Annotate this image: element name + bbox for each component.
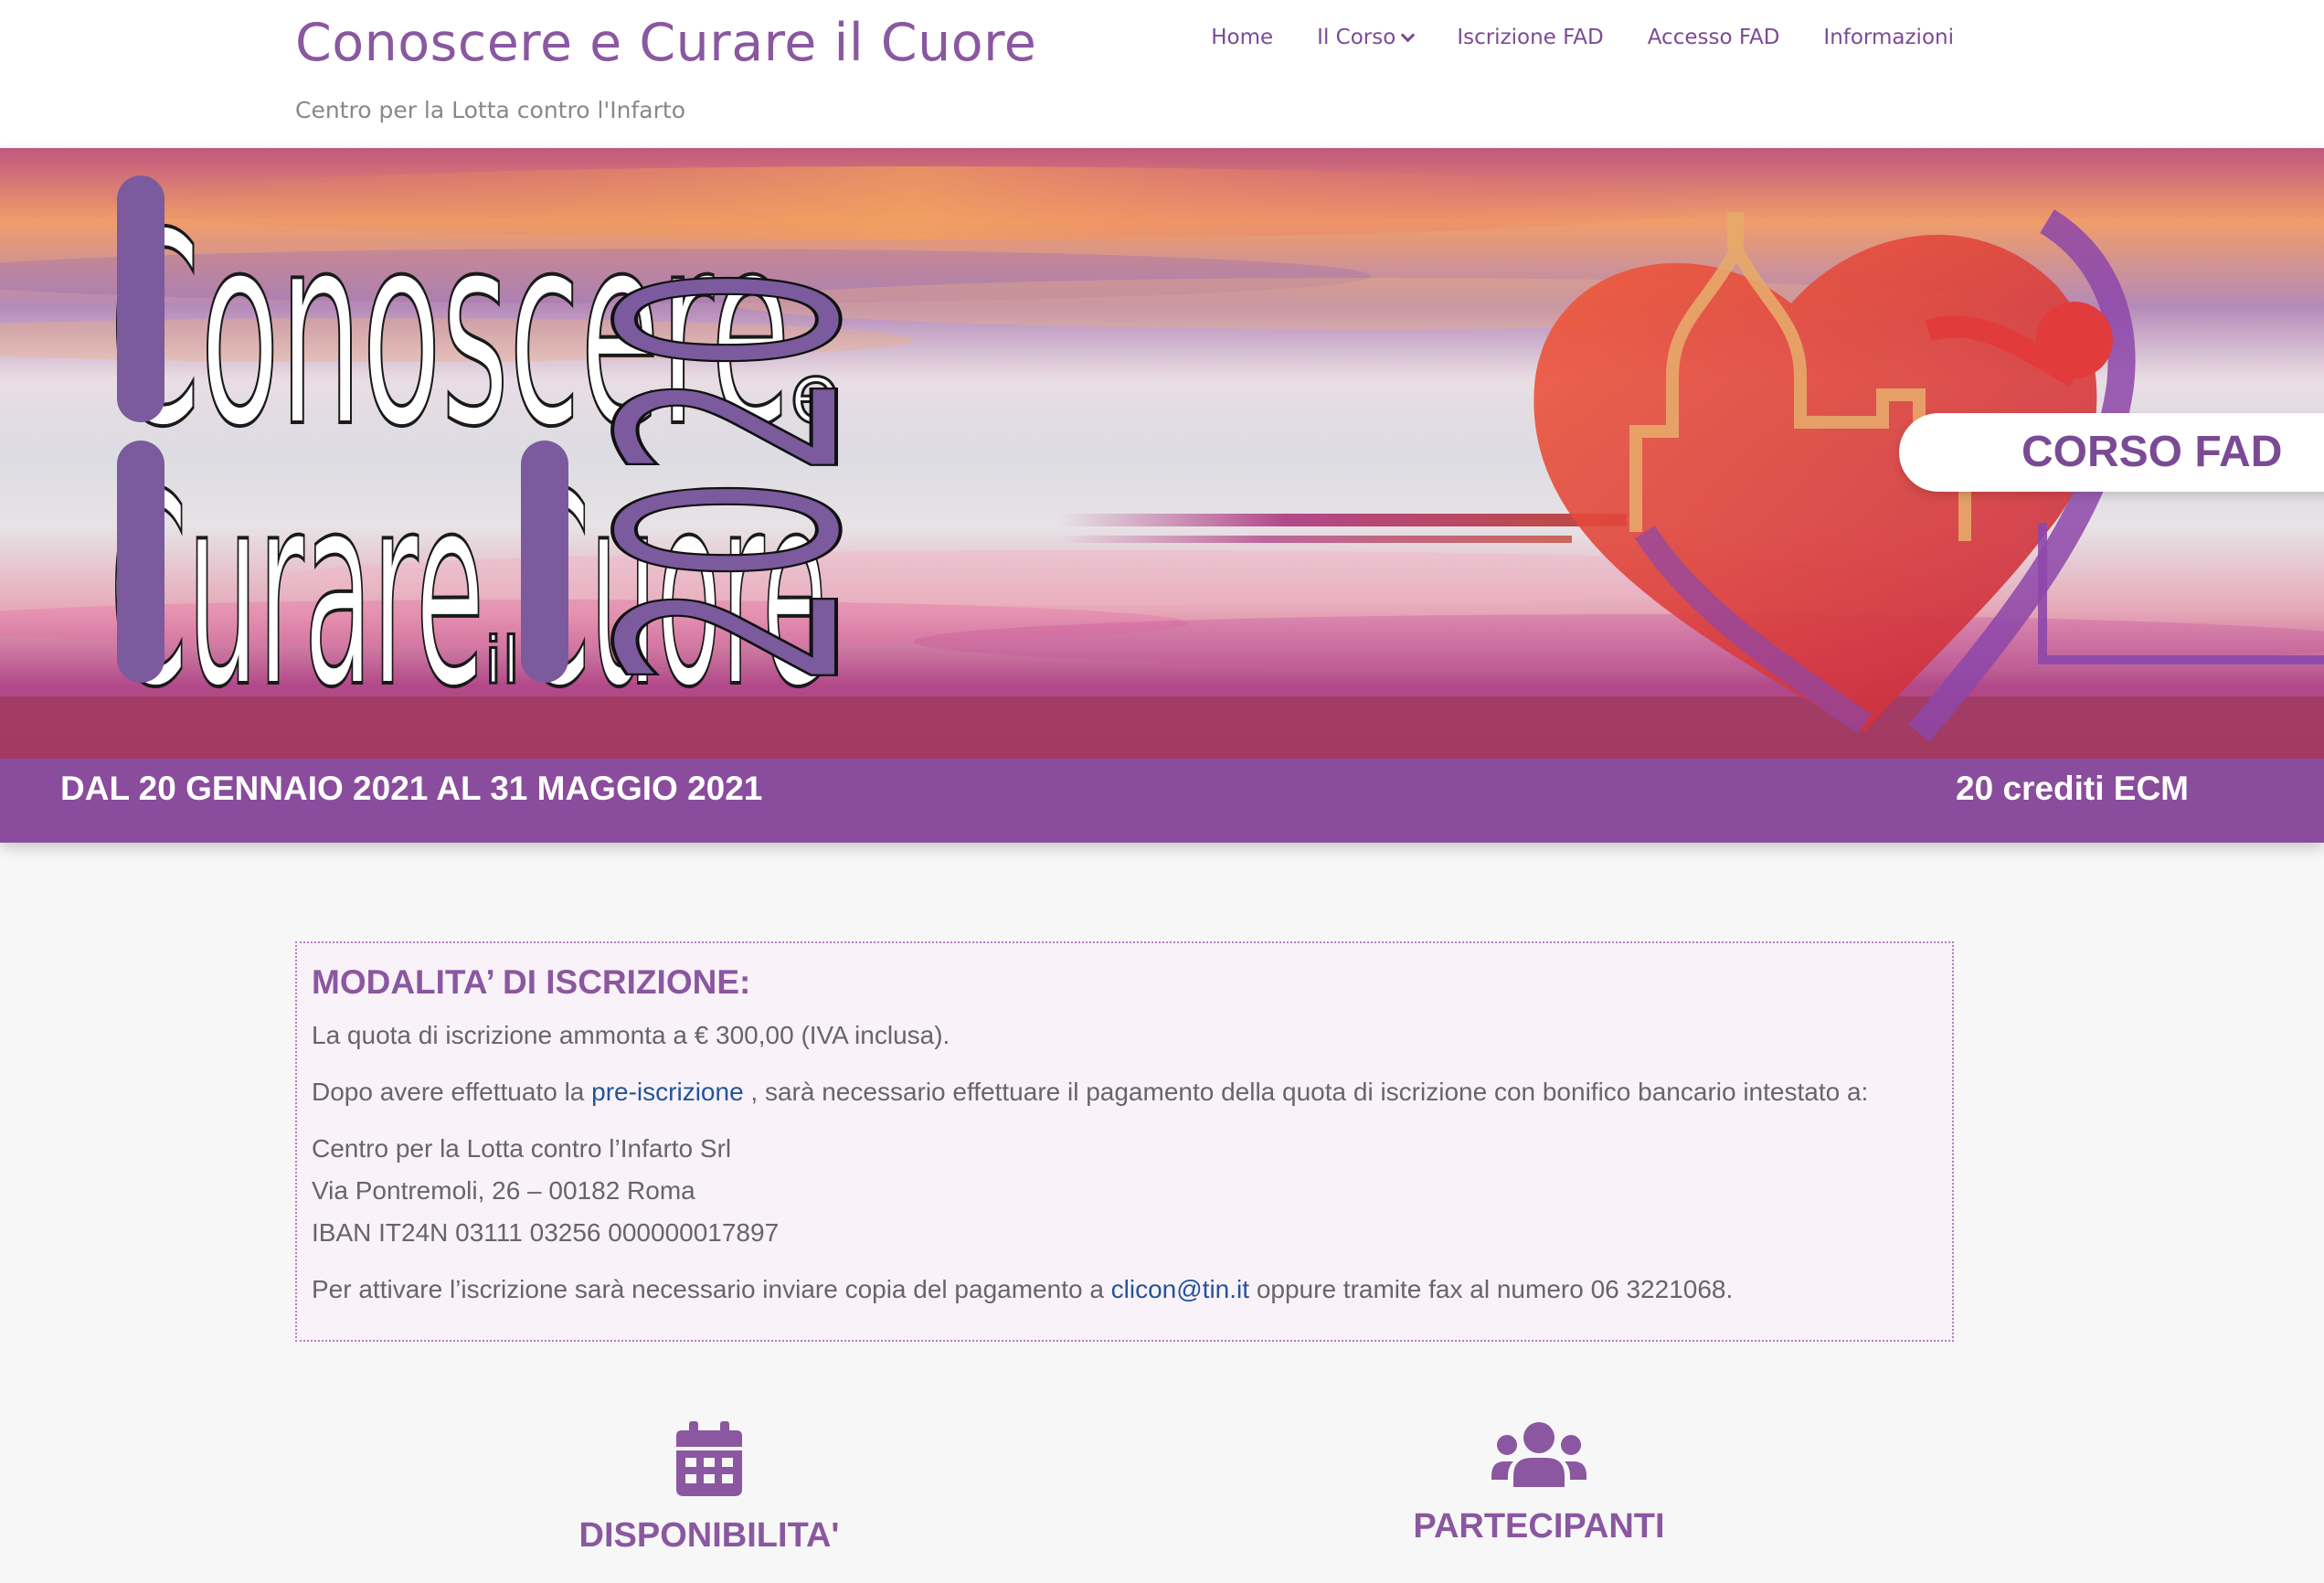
- nav-accesso-fad[interactable]: Accesso FAD: [1626, 26, 1802, 49]
- users-icon: [1491, 1422, 1586, 1487]
- activation-text-after: oppure tramite fax al numero 06 3221068.: [1249, 1275, 1734, 1303]
- corso-fad-badge: CORSO FAD: [2022, 428, 2283, 476]
- nav-informazioni-label: Informazioni: [1823, 26, 1954, 49]
- nav-il-corso[interactable]: Il Corso: [1295, 26, 1435, 49]
- calendar-icon: [676, 1421, 742, 1496]
- hero-banner: Conoscere e Curare il Cuore 2020 CORSO F…: [0, 148, 2324, 843]
- nav-iscrizione-fad-label: Iscrizione FAD: [1457, 26, 1604, 49]
- payment-text-before: Dopo avere effettuato la: [312, 1078, 592, 1106]
- registration-payment: Dopo avere effettuato la pre-iscrizione …: [312, 1071, 1937, 1113]
- nav-iscrizione-fad[interactable]: Iscrizione FAD: [1435, 26, 1625, 49]
- svg-text:2020: 2020: [557, 267, 907, 687]
- nav-informazioni[interactable]: Informazioni: [1801, 26, 1954, 49]
- activation-text-before: Per attivare l’iscrizione sarà necessari…: [312, 1275, 1111, 1303]
- registration-info-box: MODALITA’ DI ISCRIZIONE: La quota di isc…: [295, 941, 1954, 1342]
- ecm-credits: 20 crediti ECM: [1956, 770, 2189, 807]
- chevron-down-icon: [1401, 27, 1416, 42]
- bank-company: Centro per la Lotta contro l’Infarto Srl: [312, 1134, 732, 1163]
- registration-fee: La quota di iscrizione ammonta a € 300,0…: [312, 1021, 950, 1049]
- svg-text:Curare: Curare: [110, 438, 484, 746]
- course-dates: DAL 20 GENNAIO 2021 AL 31 MAGGIO 2021: [60, 770, 763, 807]
- nav-home-label: Home: [1211, 26, 1274, 49]
- feature-disponibilita-title: DISPONIBILITA': [578, 1516, 840, 1555]
- nav-home[interactable]: Home: [1189, 26, 1295, 49]
- bank-details: Centro per la Lotta contro l’Infarto Srl…: [312, 1128, 1937, 1254]
- bank-iban: IBAN IT24N 03111 03256 000000017897: [312, 1218, 780, 1247]
- pre-iscrizione-link[interactable]: pre-iscrizione: [591, 1078, 744, 1106]
- svg-text:il: il: [484, 623, 520, 698]
- email-link[interactable]: clicon@tin.it: [1111, 1275, 1249, 1303]
- nav-il-corso-label: Il Corso: [1317, 26, 1396, 49]
- nav-accesso-fad-label: Accesso FAD: [1647, 26, 1780, 49]
- feature-disponibilita: DISPONIBILITA': [526, 1421, 892, 1556]
- feature-partecipanti: PARTECIPANTI: [1356, 1421, 1722, 1546]
- payment-text-after: , sarà necessario effettuare il pagament…: [743, 1078, 1869, 1106]
- registration-title: MODALITA’ DI ISCRIZIONE:: [312, 963, 751, 1001]
- bank-address: Via Pontremoli, 26 – 00182 Roma: [312, 1176, 695, 1205]
- logo-wordmark: Conoscere e Curare il Cuore 2020: [108, 175, 909, 748]
- site-tagline: Centro per la Lotta contro l'Infarto: [295, 97, 685, 123]
- feature-partecipanti-title: PARTECIPANTI: [1413, 1507, 1665, 1546]
- site-header: Conoscere e Curare il Cuore Centro per l…: [0, 0, 2324, 148]
- site-title[interactable]: Conoscere e Curare il Cuore: [295, 13, 1036, 73]
- main-nav: Home Il Corso Iscrizione FAD Accesso FAD…: [1189, 26, 1954, 49]
- registration-activation: Per attivare l’iscrizione sarà necessari…: [312, 1269, 1937, 1311]
